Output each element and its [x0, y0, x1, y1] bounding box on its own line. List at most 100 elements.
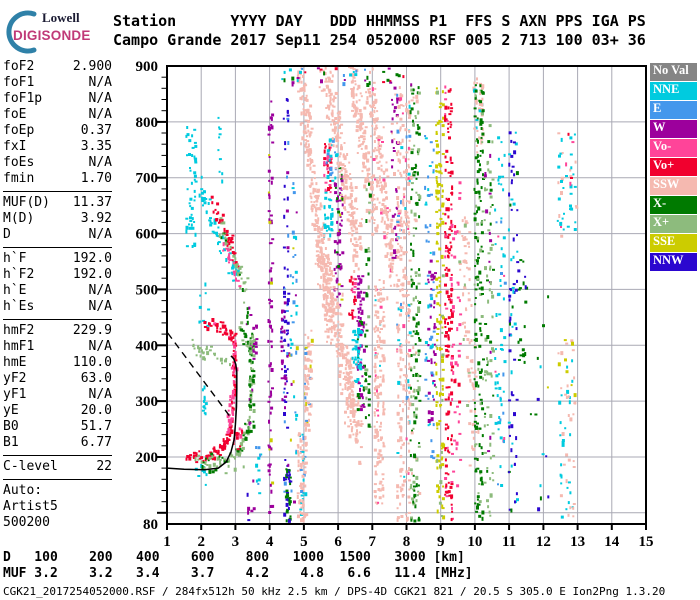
- param-value: 3.92: [80, 211, 112, 226]
- param-label: foF2: [3, 59, 35, 74]
- param-label: fmin: [3, 171, 35, 186]
- param-row: foF1 N/A: [3, 75, 112, 91]
- legend-item-sse: SSE: [650, 234, 697, 252]
- param-value: 63.0: [80, 371, 112, 386]
- param-value: 110.0: [72, 355, 112, 370]
- header-field-values: Campo Grande 2017 Sep11 254 052000 RSF 0…: [113, 31, 646, 49]
- d-distance-scale-row: D 100 200 400 600 800 1000 1500 3000 [km…: [3, 550, 465, 565]
- param-row: foF1p N/A: [3, 91, 112, 107]
- param-label: C-level: [3, 459, 58, 474]
- param-label: Auto:: [3, 483, 43, 498]
- param-label: 500200: [3, 515, 50, 530]
- param-row: 500200: [3, 515, 112, 531]
- x-tick-label: 9: [437, 534, 445, 550]
- y-tick-label: 300: [136, 394, 159, 410]
- param-row: hmF1 N/A: [3, 339, 112, 355]
- param-value: 2.900: [72, 59, 112, 74]
- param-row: h`Es N/A: [3, 299, 112, 315]
- muf-scale-row: MUF 3.2 3.2 3.4 3.7 4.2 4.8 6.6 11.4 [MH…: [3, 566, 473, 581]
- x-tick-label: 12: [536, 534, 551, 550]
- param-value: N/A: [88, 91, 112, 106]
- param-row: hmE 110.0: [3, 355, 112, 371]
- y-tick-label: 200: [136, 450, 159, 466]
- param-value: 0.37: [80, 123, 112, 138]
- param-value: 1.70: [80, 171, 112, 186]
- param-row: hmF2 229.9: [3, 323, 112, 339]
- true-height-profile-line: [167, 355, 238, 471]
- y-tick-label: 700: [136, 171, 159, 187]
- x-tick-label: 3: [232, 534, 240, 550]
- param-label: yF2: [3, 371, 27, 386]
- param-separator: [3, 455, 112, 456]
- x-tick-label: 7: [369, 534, 377, 550]
- param-row: yF2 63.0: [3, 371, 112, 387]
- param-row: h`F2 192.0: [3, 267, 112, 283]
- param-label: M(D): [3, 211, 35, 226]
- param-row: yF1 N/A: [3, 387, 112, 403]
- y-tick-label: 900: [136, 59, 159, 75]
- param-separator: [3, 247, 112, 248]
- legend-item-w: W: [650, 120, 697, 138]
- param-label: B1: [3, 435, 19, 450]
- param-row: foEs N/A: [3, 155, 112, 171]
- legend-item-ssw: SSW: [650, 177, 697, 195]
- param-value: 51.7: [80, 419, 112, 434]
- x-tick-label: 10: [467, 534, 482, 550]
- x-tick-label: 13: [570, 534, 585, 550]
- param-row: B0 51.7: [3, 419, 112, 435]
- x-tick-label: 4: [266, 534, 274, 550]
- param-label: foEp: [3, 123, 35, 138]
- y-tick-label: 400: [136, 338, 159, 354]
- param-label: foE: [3, 107, 27, 122]
- param-value: 11.37: [72, 195, 112, 210]
- param-row: Auto:: [3, 483, 112, 499]
- logo-digisonde-text: DIGISONDE: [13, 28, 91, 43]
- param-value: 6.77: [80, 435, 112, 450]
- param-row: foE N/A: [3, 107, 112, 123]
- legend-item-nnw: NNW: [650, 253, 697, 271]
- param-value: 192.0: [72, 251, 112, 266]
- param-row: h`F 192.0: [3, 251, 112, 267]
- echo-direction-legend: No Val NNE E W Vo- Vo+ SSW X- X+ SSE NNW: [650, 63, 698, 272]
- param-value: N/A: [88, 283, 112, 298]
- param-value: N/A: [88, 227, 112, 242]
- header-field-names: Station YYYY DAY DDD HHMMSS P1 FFS S AXN…: [113, 12, 646, 30]
- param-value: 20.0: [80, 403, 112, 418]
- param-row: C-level 22: [3, 459, 112, 475]
- param-separator: [3, 479, 112, 480]
- param-label: foEs: [3, 155, 35, 170]
- legend-item-x-: X-: [650, 196, 697, 214]
- param-value: 22: [96, 459, 112, 474]
- param-label: fxI: [3, 139, 27, 154]
- param-value: 3.35: [80, 139, 112, 154]
- param-value: N/A: [88, 299, 112, 314]
- legend-item-e: E: [650, 101, 697, 119]
- param-label: B0: [3, 419, 19, 434]
- param-label: yF1: [3, 387, 27, 402]
- x-tick-label: 11: [502, 534, 516, 550]
- param-row: foEp 0.37: [3, 123, 112, 139]
- param-value: N/A: [88, 155, 112, 170]
- x-axis-labels: 1 2 3 4 5 6 7 8 9 10 11 12 13 14 15: [163, 524, 654, 550]
- param-value: N/A: [88, 107, 112, 122]
- param-label: h`Es: [3, 299, 35, 314]
- param-label: hmF2: [3, 323, 35, 338]
- param-row: M(D) 3.92: [3, 211, 112, 227]
- param-row: h`E N/A: [3, 283, 112, 299]
- param-label: D: [3, 227, 11, 242]
- param-separator: [3, 319, 112, 320]
- param-value: 192.0: [72, 267, 112, 282]
- legend-item-noval: No Val: [650, 63, 697, 81]
- x-tick-label: 2: [197, 534, 205, 550]
- digisonde-logo: Lowell DIGISONDE: [4, 4, 114, 54]
- x-tick-label: 14: [604, 534, 620, 550]
- param-label: foF1: [3, 75, 35, 90]
- param-value: 229.9: [72, 323, 112, 338]
- y-axis-labels: 900 800 700 600 500 400 300 200 80: [136, 59, 159, 533]
- param-row: fmin 1.70: [3, 171, 112, 187]
- y-tick-label: 800: [136, 115, 159, 131]
- y-tick-label: 80: [143, 517, 158, 533]
- param-label: yE: [3, 403, 19, 418]
- x-tick-label: 8: [403, 534, 411, 550]
- footer-info: CGK21_2017254052000.RSF / 284fx512h 50 k…: [3, 585, 666, 598]
